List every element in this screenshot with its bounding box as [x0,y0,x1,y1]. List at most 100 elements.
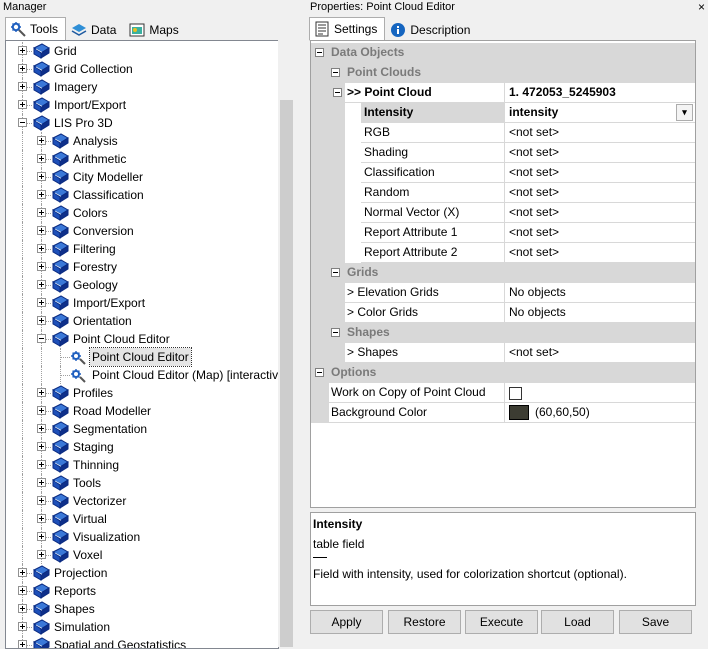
tree-item[interactable]: Vectorizer [6,492,278,510]
property-row[interactable]: > Elevation Grids No objects [311,283,695,303]
chevron-down-icon[interactable]: ▾ [676,104,693,121]
expand-icon[interactable] [37,406,46,415]
tree-item-label[interactable]: Tools [73,474,101,492]
property-row[interactable]: Background Color (60,60,50) [311,403,695,423]
tree-item-label[interactable]: Virtual [73,510,107,528]
property-value[interactable]: <not set> [504,143,695,163]
tree-item-label[interactable]: Geology [73,276,118,294]
tree-item-label[interactable]: Orientation [73,312,132,330]
restore-button[interactable]: Restore [388,610,461,634]
expand-icon[interactable] [37,550,46,559]
expand-icon[interactable] [37,136,46,145]
tree-item[interactable]: Import/Export [6,96,278,114]
property-row[interactable]: RGB <not set> [311,123,695,143]
property-row[interactable]: > Color Grids No objects [311,303,695,323]
tree-item-label[interactable]: Import/Export [54,96,126,114]
tree-item[interactable]: Imagery [6,78,278,96]
tree-item-label[interactable]: Thinning [73,456,119,474]
property-row[interactable]: > Shapes <not set> [311,343,695,363]
tree-item[interactable]: Projection [6,564,278,582]
tree-item-label[interactable]: Imagery [54,78,97,96]
tree-item-label[interactable]: Point Cloud Editor [73,330,170,348]
expand-icon[interactable] [37,316,46,325]
tree-item[interactable]: Arithmetic [6,150,278,168]
property-value[interactable]: No objects [504,303,695,323]
collapse-icon[interactable] [18,118,27,127]
tree-item[interactable]: Point Cloud Editor [6,330,278,348]
tree-item-label[interactable]: Spatial and Geostatistics [54,636,186,648]
tree-item-label[interactable]: Road Modeller [73,402,151,420]
tree-item[interactable]: City Modeller [6,168,278,186]
property-row[interactable]: Report Attribute 1 <not set> [311,223,695,243]
tab-tools[interactable]: Tools [5,17,67,41]
expand-icon[interactable] [18,46,27,55]
property-row[interactable]: Classification <not set> [311,163,695,183]
property-category[interactable]: Shapes [311,323,695,343]
close-button[interactable]: × [698,0,705,15]
tree-item-label[interactable]: Arithmetic [73,150,126,168]
property-value[interactable]: No objects [504,283,695,303]
tree-item[interactable]: Orientation [6,312,278,330]
load-button[interactable]: Load [541,610,614,634]
expand-icon[interactable] [37,478,46,487]
expand-icon[interactable] [18,604,27,613]
tree-item-label[interactable]: Conversion [73,222,134,240]
collapse-icon[interactable] [331,328,340,337]
tree-item-label[interactable]: Import/Export [73,294,145,312]
expand-icon[interactable] [37,226,46,235]
tree-item-label[interactable]: Colors [73,204,108,222]
tree-item-label[interactable]: Vectorizer [73,492,126,510]
tree-scrollbar-thumb[interactable] [280,100,293,647]
tree-item-label[interactable]: Point Cloud Editor [89,347,192,367]
tree-item[interactable]: Tools [6,474,278,492]
tree-item-label[interactable]: Analysis [73,132,118,150]
property-value[interactable]: <not set> [504,123,695,143]
tree-item[interactable]: Simulation [6,618,278,636]
expand-icon[interactable] [37,442,46,451]
expand-icon[interactable] [37,424,46,433]
tree-item-label[interactable]: Voxel [73,546,102,564]
expand-icon[interactable] [37,208,46,217]
tree-item-label[interactable]: Visualization [73,528,140,546]
tree-item[interactable]: Grid Collection [6,60,278,78]
tree-item[interactable]: Import/Export [6,294,278,312]
collapse-icon[interactable] [315,48,324,57]
tree-item[interactable]: Profiles [6,384,278,402]
tree-item[interactable]: Colors [6,204,278,222]
property-value[interactable]: <not set> [504,243,695,263]
expand-icon[interactable] [37,298,46,307]
collapse-icon[interactable] [37,334,46,343]
property-category[interactable]: Point Clouds [311,63,695,83]
expand-icon[interactable] [37,262,46,271]
expand-icon[interactable] [37,280,46,289]
expand-icon[interactable] [18,586,27,595]
expand-icon[interactable] [37,154,46,163]
copy-checkbox-cell[interactable] [504,383,695,403]
expand-icon[interactable] [37,388,46,397]
property-row[interactable]: Report Attribute 2 <not set> [311,243,695,263]
tree-item[interactable]: LIS Pro 3D [6,114,278,132]
tree-item[interactable]: Grid [6,42,278,60]
background-color-swatch[interactable] [509,405,529,421]
property-value[interactable]: <not set> [504,203,695,223]
tree-item[interactable]: Filtering [6,240,278,258]
save-button[interactable]: Save [619,610,692,634]
tree-item[interactable]: Reports [6,582,278,600]
tree-item-label[interactable]: Grid [54,42,77,60]
property-value[interactable]: (60,60,50) [504,403,695,423]
property-row[interactable]: Work on Copy of Point Cloud [311,383,695,403]
tree-item[interactable]: Analysis [6,132,278,150]
tree-item[interactable]: Visualization [6,528,278,546]
tree-item-label[interactable]: City Modeller [73,168,143,186]
tree-item-label[interactable]: Projection [54,564,107,582]
tree-item-label[interactable]: Simulation [54,618,110,636]
property-row[interactable]: Normal Vector (X) <not set> [311,203,695,223]
tree-item-label[interactable]: Shapes [54,600,95,618]
expand-icon[interactable] [37,514,46,523]
expand-icon[interactable] [37,532,46,541]
tree-item[interactable]: Geology [6,276,278,294]
property-category[interactable]: Grids [311,263,695,283]
property-value[interactable]: <not set> [504,183,695,203]
tab-description[interactable]: Description [385,19,478,41]
collapse-icon[interactable] [331,268,340,277]
